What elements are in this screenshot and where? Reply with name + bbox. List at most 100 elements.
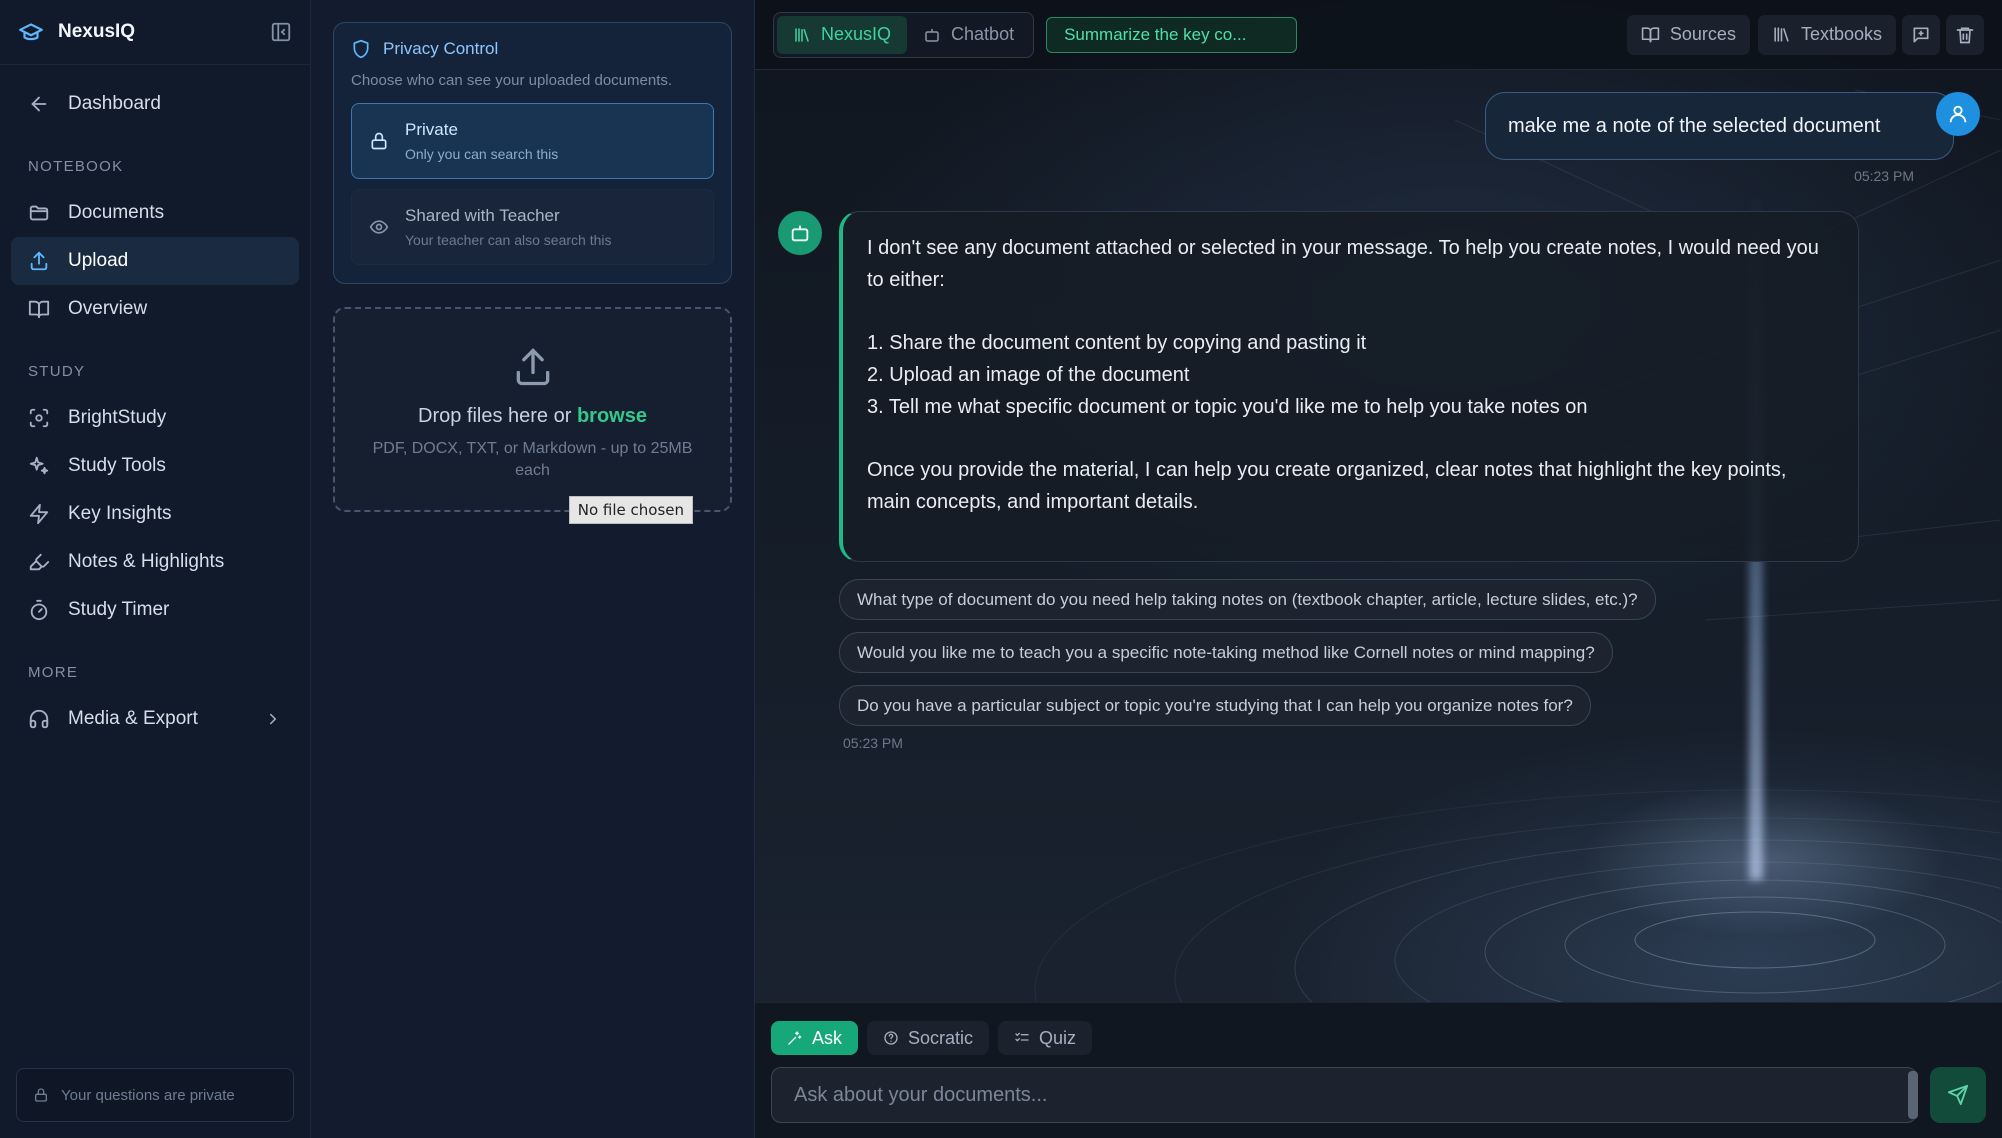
tab-label: Chatbot [951,24,1015,44]
user-icon [1949,105,1967,123]
mode-quiz[interactable]: Quiz [998,1021,1093,1055]
sidebar-item-label: BrightStudy [68,407,167,428]
sidebar-item-label: Key Insights [68,503,172,524]
privacy-control-card: Privacy Control Choose who can see your … [333,22,732,284]
followup-chip[interactable]: What type of document do you need help t… [839,579,1656,620]
background-portal-graphic [1034,89,2001,1138]
input-resize-handle[interactable] [1908,1071,1918,1119]
bot-message-timestamp: 05:23 PM [843,735,903,751]
folder-icon [29,205,49,221]
graduation-cap-icon [18,19,44,45]
sidebar-item-label: Documents [68,202,165,223]
chat-composer: Ask Socratic Quiz [755,1002,2002,1138]
upload-icon [30,251,48,271]
suggestion-pill[interactable]: Summarize the key co... [1046,16,1298,53]
bot-avatar [778,211,822,255]
sources-label: Sources [1669,24,1736,44]
robot-icon [925,28,939,42]
sidebar-item-upload[interactable]: Upload [11,237,299,285]
mode-ask[interactable]: Ask [771,1021,859,1055]
privacy-option-title: Private [405,120,458,139]
sidebar-item-label: Overview [68,298,148,319]
sparkles-icon [29,456,49,475]
tab-chatbot[interactable]: Chatbot [907,16,1030,54]
chevron-right-icon [270,713,277,725]
textbooks-button[interactable]: Textbooks [1757,14,1896,55]
bot-message-intro: I don't see any document attached or sel… [867,237,1819,291]
sidebar-item-brightstudy[interactable]: BrightStudy [11,394,299,442]
new-chat-button[interactable] [1902,14,1940,55]
arrow-left-icon [31,96,47,112]
tab-label: NexusIQ [821,24,892,44]
user-message-timestamp: 05:23 PM [1854,168,1914,184]
library-icon [1774,27,1789,42]
sidebar-item-dashboard[interactable]: Dashboard [11,80,299,128]
sidebar-item-documents[interactable]: Documents [11,189,299,237]
lock-icon [371,132,387,150]
file-drop-zone[interactable]: Drop files here or browse PDF, DOCX, TXT… [333,307,732,524]
sidebar-item-label: Notes & Highlights [68,551,225,572]
book-open-icon [28,300,50,319]
list-check-icon [1015,1032,1029,1042]
sidebar-item-label: Study Timer [68,599,170,620]
timer-icon [30,599,48,621]
mode-socratic[interactable]: Socratic [867,1021,990,1055]
bot-message-outro: Once you provide the material, I can hel… [867,459,1787,513]
app-root: NexusIQ Dashboard NOTEBOOK Documents Upl… [0,0,2002,1138]
lightning-icon [29,503,49,525]
answer-mode-group: Ask Socratic Quiz [771,1021,1101,1055]
followup-chip[interactable]: Do you have a particular subject or topi… [839,685,1591,726]
sidebar-item-media-export[interactable]: Media & Export [11,695,299,743]
privacy-option-title: Shared with Teacher [405,206,560,225]
lock-icon [35,1088,47,1102]
bot-message-list-item: 3. Tell me what specific document or top… [867,396,1588,418]
privacy-option-subtitle: Your teacher can also search this [405,232,612,248]
sidebar-item-label: Dashboard [68,93,161,114]
bot-message-list-item: 2. Upload an image of the document [867,364,1190,386]
mode-label: Socratic [908,1027,974,1048]
trash-icon [1956,27,1974,43]
sidebar-item-study-timer[interactable]: Study Timer [11,586,299,634]
sidebar-item-study-tools[interactable]: Study Tools [11,442,299,490]
privacy-option-subtitle: Only you can search this [405,146,559,162]
privacy-option-private[interactable]: Private Only you can search this [351,103,714,179]
book-open-icon [1641,27,1660,43]
sidebar-item-label: Media & Export [68,708,198,729]
browse-link[interactable]: browse [577,405,647,427]
eye-icon [369,220,389,234]
tab-nexusiq[interactable]: NexusIQ [777,15,908,54]
mode-label: Quiz [1039,1027,1077,1048]
app-name: NexusIQ [58,21,136,42]
privacy-option-shared-teacher[interactable]: Shared with Teacher Your teacher can als… [351,189,714,265]
upload-icon [516,348,549,386]
sidebar-item-overview[interactable]: Overview [11,285,299,333]
section-label-more: MORE [28,664,79,681]
sidebar-collapse-icon[interactable] [270,21,292,43]
sidebar-item-label: Upload [68,250,129,271]
mode-label: Ask [812,1027,843,1048]
privacy-control-subtitle: Choose who can see your uploaded documen… [351,72,673,89]
mode-tab-group: NexusIQ Chatbot [773,11,1035,58]
sidebar: NexusIQ Dashboard NOTEBOOK Documents Upl… [0,0,311,1138]
chat-area: NexusIQ Chatbot Summarize the key co... … [755,0,2002,1138]
send-button[interactable] [1930,1067,1986,1123]
drop-zone-hint: PDF, DOCX, TXT, or Markdown - up to 25MB… [372,440,693,479]
delete-chat-button[interactable] [1946,14,1984,55]
scan-focus-icon [29,408,49,428]
shield-icon [353,39,369,59]
followup-chip[interactable]: Would you like me to teach you a specifi… [839,632,1613,673]
sidebar-item-notes-highlights[interactable]: Notes & Highlights [11,538,299,586]
privacy-footer-text: Your questions are private [61,1086,235,1104]
robot-icon [791,225,809,242]
topbar-actions: Sources Textbooks [1619,14,1984,55]
headphones-icon [29,709,49,729]
drop-zone-label: Drop files here or browse [418,405,647,428]
library-icon [795,27,809,42]
message-plus-icon [1913,27,1929,43]
ask-input[interactable] [771,1067,1917,1123]
privacy-footer: Your questions are private [16,1068,294,1122]
file-input-status[interactable]: No file chosen [568,496,693,524]
upload-panel: Privacy Control Choose who can see your … [311,0,755,1138]
sources-button[interactable]: Sources [1626,14,1750,55]
sidebar-item-key-insights[interactable]: Key Insights [11,490,299,538]
